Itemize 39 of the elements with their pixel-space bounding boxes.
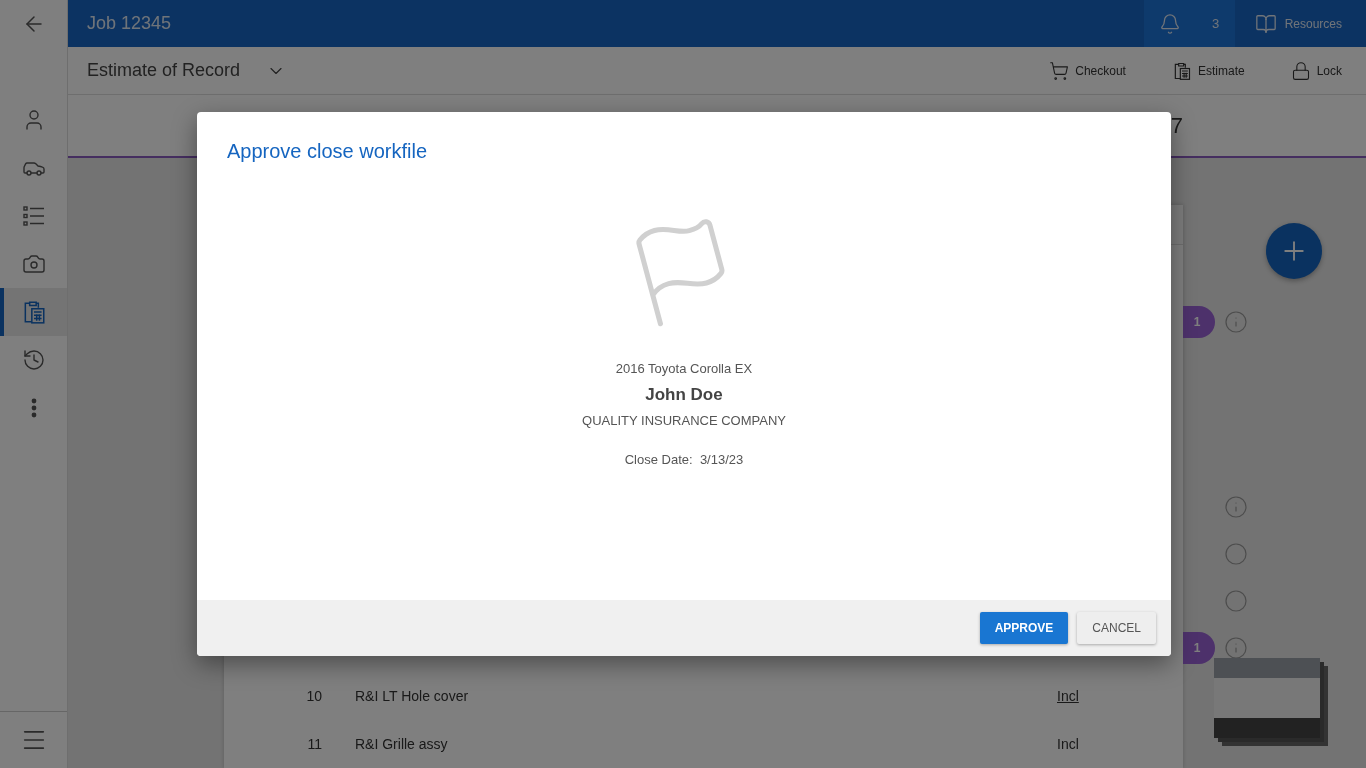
history-icon — [21, 348, 46, 372]
cart-icon — [1049, 60, 1070, 81]
info-icon[interactable] — [1224, 636, 1248, 660]
vehicle-text: 2016 Toyota Corolla EX — [615, 361, 753, 376]
close-date-text: Close Date: 3/13/23 — [624, 452, 744, 467]
lock-icon — [1290, 60, 1311, 81]
sidebar-item[interactable] — [0, 288, 67, 336]
insurer-name: QUALITY INSURANCE COMPANY — [582, 413, 786, 428]
circle-icon[interactable] — [1224, 542, 1248, 566]
resources-button[interactable]: Resources — [1234, 0, 1366, 47]
estimate-title: Estimate of Record — [87, 60, 241, 81]
count-badge: 1 — [1183, 632, 1215, 664]
info-icon[interactable] — [1224, 310, 1248, 334]
camera-icon — [21, 252, 46, 276]
add-button[interactable] — [1266, 223, 1322, 279]
line-description: R&I Grille assy — [355, 736, 449, 752]
toolbar-button[interactable]: Checkout — [1049, 60, 1126, 81]
page-title: Job 12345 — [87, 13, 173, 34]
notification-area[interactable]: 3 — [1143, 0, 1235, 47]
count-badge: 1 — [1183, 306, 1215, 338]
line-description: R&I LT Hole cover — [355, 688, 470, 704]
cancel-button[interactable]: CANCEL — [1077, 612, 1156, 644]
line-number: 11 — [306, 736, 322, 752]
approve-button[interactable]: APPROVE — [979, 612, 1069, 644]
status-text: Incl — [1057, 736, 1079, 752]
line-number: 10 — [305, 688, 322, 704]
info-icon[interactable] — [1224, 495, 1248, 519]
checklist-icon — [21, 204, 46, 228]
circle-icon[interactable] — [1224, 589, 1248, 613]
status-link[interactable]: Incl — [1057, 688, 1079, 704]
bell-icon — [1159, 12, 1182, 35]
owner-name: John Doe — [645, 385, 723, 405]
toolbar-button[interactable]: Lock — [1290, 60, 1342, 81]
book-icon — [1254, 12, 1277, 35]
toolbar-button[interactable]: Estimate — [1171, 60, 1245, 81]
summary-text: 7 — [1170, 112, 1183, 139]
dialog-title: Approve close workfile — [227, 140, 429, 163]
more-icon — [30, 398, 37, 418]
notification-count: 3 — [1211, 16, 1220, 31]
